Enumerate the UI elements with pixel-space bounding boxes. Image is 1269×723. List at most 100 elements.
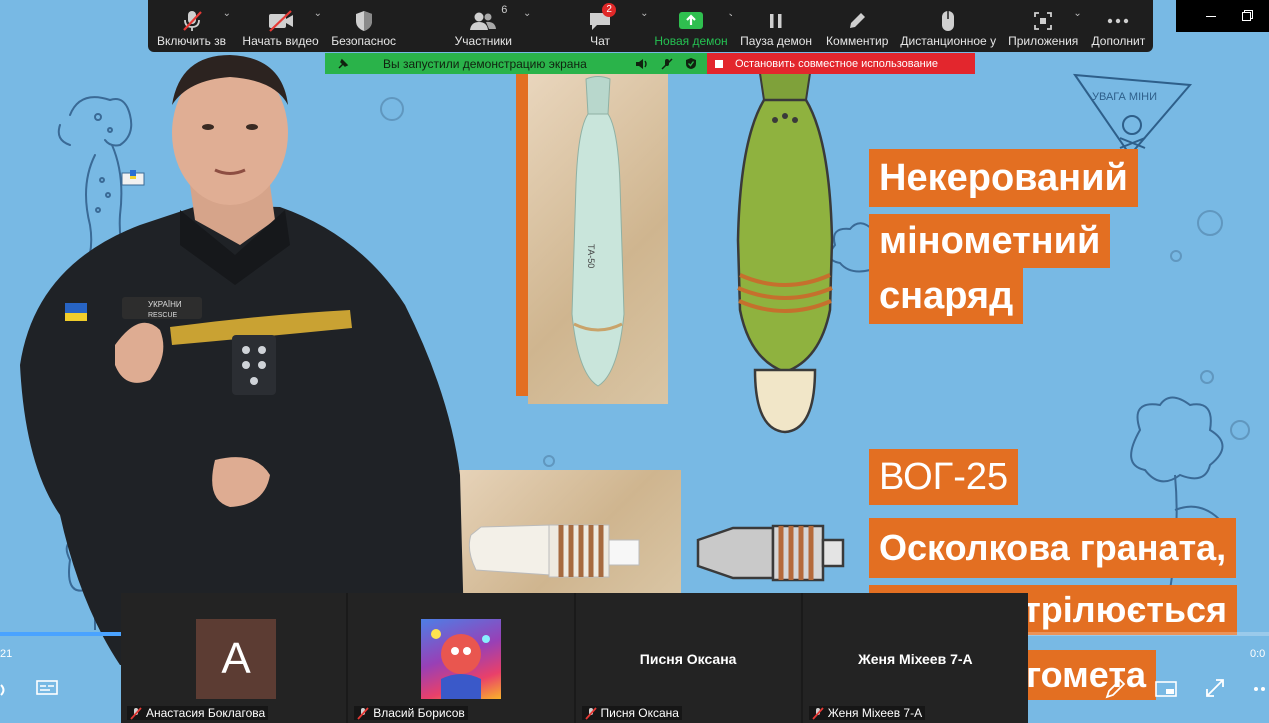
new-share-label: Новая демон: [654, 34, 728, 48]
bubble: [543, 455, 555, 467]
vog-line-1: Осколкова граната,: [869, 518, 1237, 578]
bubble: [1197, 210, 1223, 236]
video-off-icon: [268, 10, 293, 32]
player-progress-fill: [0, 632, 121, 636]
pause-share-label: Пауза демон: [740, 34, 813, 48]
accent-line: [516, 74, 528, 396]
participant-name: Анастасия Боклагова: [146, 706, 266, 720]
sharing-status-text: Вы запустили демонстрацию экрана: [383, 56, 587, 71]
minimize-icon[interactable]: [1206, 15, 1216, 17]
chevron-down-icon[interactable]: ⌄: [640, 8, 648, 19]
slide-title-line-1: Некерований: [869, 149, 1138, 207]
annotate-icon: [850, 13, 866, 28]
participants-button[interactable]: 6 ⌄ Участники: [401, 0, 565, 52]
participant-tile[interactable]: Писня Оксана Писня Оксана: [575, 593, 801, 723]
security-button[interactable]: Безопаснос: [326, 0, 401, 52]
muted-mic-icon: [812, 706, 824, 720]
vog-illustration: [696, 524, 845, 582]
chevron-down-icon[interactable]: ⌄: [523, 8, 531, 19]
shield-check-icon[interactable]: [685, 57, 697, 70]
vog-title: ВОГ-25: [869, 449, 1019, 505]
chat-button[interactable]: 2 Чат: [565, 0, 634, 52]
start-video-button[interactable]: ⌄ Начать видео: [235, 0, 326, 52]
pin-icon[interactable]: [337, 58, 349, 70]
stop-share-button[interactable]: Остановить совместное использование: [707, 53, 975, 74]
slide-title-line-2: мінометний: [869, 214, 1111, 268]
more-button[interactable]: Дополнит: [1084, 0, 1153, 52]
apps-button[interactable]: ⌄ Приложения: [1003, 0, 1084, 52]
unmute-button[interactable]: ⌄ Включить зв: [148, 0, 235, 52]
speaker-icon[interactable]: [635, 58, 649, 70]
more-icon: [1108, 18, 1129, 24]
player-time-total: 0:0: [1250, 648, 1266, 660]
participant-name: Женя Міхеев 7-А: [827, 706, 923, 720]
shield-icon: [355, 11, 372, 31]
participant-name: Власий Борисов: [373, 706, 465, 720]
pen-icon[interactable]: [1104, 678, 1126, 700]
annotate-label: Комментир: [826, 34, 889, 48]
participant-name-tag: Анастасия Боклагова: [127, 706, 269, 720]
presenter: УКРАЇНИ RESCUE: [20, 55, 465, 665]
unmute-label: Включить зв: [157, 34, 227, 48]
participant-name: Писня Оксана: [600, 706, 679, 720]
participant-tile[interactable]: Женя Міхеев 7-А Женя Міхеев 7-А: [802, 593, 1028, 723]
avatar: [421, 619, 502, 699]
patch-text: УКРАЇНИ: [148, 300, 182, 309]
remote-control-icon: [942, 11, 955, 31]
participants-count: 6: [501, 4, 508, 16]
stop-share-label: Остановить совместное использование: [735, 57, 938, 70]
more-label: Дополнит: [1091, 34, 1146, 48]
remote-control-button[interactable]: Дистанционное у: [894, 0, 1003, 52]
annotate-button[interactable]: Комментир: [821, 0, 894, 52]
muted-mic-icon: [357, 706, 369, 720]
chat-badge: 2: [602, 3, 616, 17]
chevron-down-icon[interactable]: ⌄: [1073, 8, 1081, 19]
bubble: [1200, 370, 1214, 384]
apps-icon: [1034, 12, 1053, 30]
chat-options-button[interactable]: ⌄: [635, 0, 651, 52]
participant-display-name: Женя Міхеев 7-А: [858, 651, 973, 667]
participant-name-tag: Власий Борисов: [354, 706, 468, 720]
mortar-illustration: [736, 60, 834, 434]
participants-icon: [470, 12, 497, 30]
chevron-down-icon[interactable]: ⌄: [223, 8, 231, 19]
mine-warning-sign: УВАГА МІНИ: [1072, 73, 1193, 157]
muted-mic-icon: [182, 11, 202, 31]
apps-label: Приложения: [1008, 34, 1079, 48]
player-more-icon[interactable]: [1253, 686, 1269, 692]
stop-icon: [715, 59, 723, 68]
remote-control-label: Дистанционное у: [900, 34, 997, 48]
vog-line-2-text: трілюється: [1023, 589, 1227, 630]
sharing-status-bar[interactable]: Вы запустили демонстрацию экрана: [325, 53, 707, 74]
participant-name-tag: Писня Оксана: [581, 706, 682, 720]
participant-tile[interactable]: A Анастасия Боклагова: [121, 593, 347, 723]
shell-text: ТА-50: [586, 244, 596, 268]
new-share-button[interactable]: ⌄ Новая демон: [650, 0, 731, 52]
chevron-down-icon[interactable]: ⌄: [314, 8, 322, 19]
muted-mic-icon: [130, 706, 142, 720]
game-avatar-image: [431, 629, 491, 699]
fullscreen-icon[interactable]: [1205, 678, 1225, 698]
avatar: A: [196, 619, 276, 699]
vog-photo: [436, 470, 681, 593]
share-screen-icon: [679, 12, 704, 29]
start-video-label: Начать видео: [242, 34, 319, 48]
muted-mic-small-icon[interactable]: [661, 57, 673, 70]
mortar-photo: ТА-50: [528, 74, 668, 404]
patch-text-2: RESCUE: [148, 312, 178, 319]
participant-tile[interactable]: Власий Борисов: [348, 593, 574, 723]
player-time-elapsed: 21: [0, 648, 13, 660]
sign-text: УВАГА МІНИ: [1092, 91, 1157, 103]
meeting-toolbar: ⌄ Включить зв ⌄ Начать видео Безопаснос …: [148, 0, 1153, 52]
picture-in-picture-icon[interactable]: [1155, 681, 1177, 697]
bubble: [1170, 250, 1182, 262]
volume-icon[interactable]: [0, 681, 10, 699]
participant-display-name: Писня Оксана: [639, 651, 737, 667]
muted-mic-icon: [584, 706, 597, 720]
pause-share-button[interactable]: Пауза демон: [732, 0, 821, 52]
participant-strip: A Анастасия Боклагова Власий Борисов Пис…: [121, 593, 1028, 723]
window-controls: [1176, 0, 1269, 32]
vog-line-3: гомета: [1026, 650, 1156, 700]
subtitles-icon[interactable]: [36, 680, 58, 698]
restore-icon[interactable]: [1242, 11, 1251, 21]
